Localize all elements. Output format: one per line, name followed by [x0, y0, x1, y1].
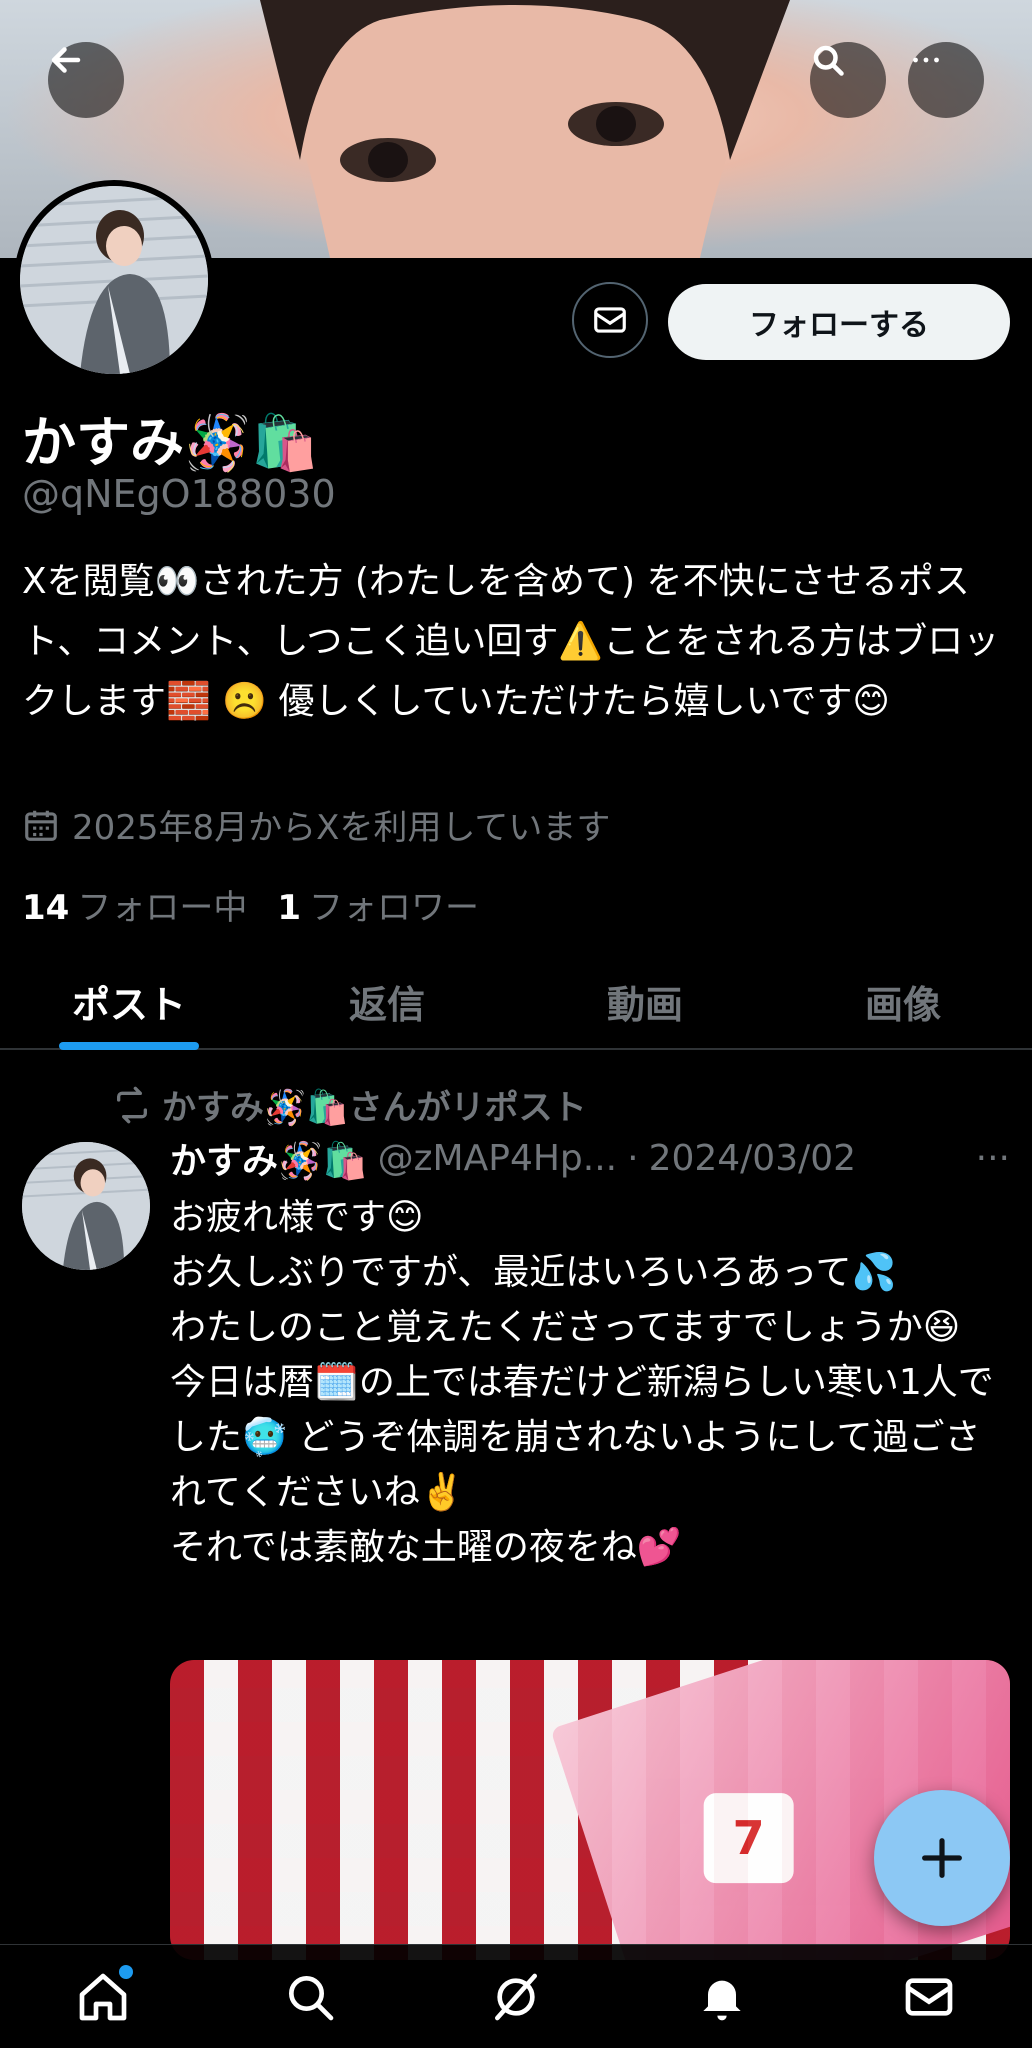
joined-date: 2025年8月からXを利用しています	[22, 800, 610, 849]
tab-videos[interactable]: 動画	[516, 950, 774, 1048]
more-button[interactable]	[908, 42, 984, 118]
following-label: フォロー中	[77, 888, 248, 928]
compose-button[interactable]	[874, 1790, 1010, 1926]
profile-avatar[interactable]	[14, 180, 214, 380]
post-date[interactable]: 2024/03/02	[649, 1138, 857, 1179]
nav-search[interactable]	[270, 1957, 350, 2037]
message-button[interactable]	[572, 282, 648, 358]
following-link[interactable]: 14 フォロー中	[22, 880, 247, 929]
nav-notifications[interactable]	[682, 1957, 762, 2037]
mail-icon	[905, 1977, 953, 2016]
notification-dot	[119, 1964, 134, 1979]
profile-bio: Xを閲覧👀された方 (わたしを含めて) を不快にさせるポスト、コメント、しつこく…	[22, 561, 1000, 722]
search-button[interactable]	[810, 42, 886, 118]
post-separator: ·	[627, 1137, 639, 1179]
followers-link[interactable]: 1 フォロワー	[277, 880, 479, 929]
avatar-image	[20, 186, 208, 374]
grok-icon	[494, 1973, 537, 2020]
post-header: かすみ🪅🛍️ @zMAP4Hp... · 2024/03/02 ···	[170, 1132, 1010, 1184]
calendar-icon	[25, 810, 57, 841]
profile-name: かすみ🪅🛍️	[22, 411, 319, 474]
search-icon	[288, 1975, 333, 2020]
more-horizontal-icon	[913, 57, 939, 63]
search-icon	[813, 45, 844, 76]
post-image[interactable]: 7	[170, 1660, 1010, 1960]
back-button[interactable]	[48, 42, 124, 118]
post-more-button[interactable]: ···	[976, 1138, 1010, 1179]
followers-count: 1	[277, 888, 301, 928]
image-logo: 7	[703, 1793, 794, 1884]
bottom-navigation	[0, 1944, 1032, 2048]
following-count: 14	[22, 888, 70, 928]
post-author-name[interactable]: かすみ🪅🛍️	[170, 1132, 368, 1184]
nav-home[interactable]	[63, 1957, 143, 2037]
profile-handle: @qNEgO188030	[22, 472, 336, 516]
tab-replies[interactable]: 返信	[258, 950, 516, 1048]
joined-text: 2025年8月からXを利用しています	[72, 808, 611, 848]
tab-posts[interactable]: ポスト	[0, 950, 258, 1048]
nav-messages[interactable]	[889, 1957, 969, 2037]
post-text: お疲れ様です😊 お久しぶりですが、最近はいろいろあって💦 わたしのこと覚えたくだ…	[170, 1197, 994, 1568]
follow-stats: 14 フォロー中 1 フォロワー	[22, 880, 479, 929]
follow-button[interactable]: フォローする	[668, 284, 1010, 360]
plus-icon	[922, 1838, 962, 1878]
repost-indicator: かすみ🪅🛍️さんがリポスト	[112, 1080, 587, 1129]
followers-label: フォロワー	[309, 888, 479, 928]
nav-grok[interactable]	[476, 1957, 556, 2037]
bell-icon	[703, 1980, 742, 2020]
tab-images[interactable]: 画像	[774, 950, 1032, 1048]
profile-tabs: ポスト 返信 動画 画像	[0, 950, 1032, 1050]
arrow-left-icon	[51, 47, 81, 73]
post-author-handle[interactable]: @zMAP4Hp...	[378, 1138, 617, 1179]
repost-icon	[117, 1086, 147, 1123]
mail-icon	[594, 307, 626, 333]
repost-text: かすみ🪅🛍️さんがリポスト	[162, 1088, 587, 1128]
post-author-avatar[interactable]	[22, 1142, 150, 1270]
